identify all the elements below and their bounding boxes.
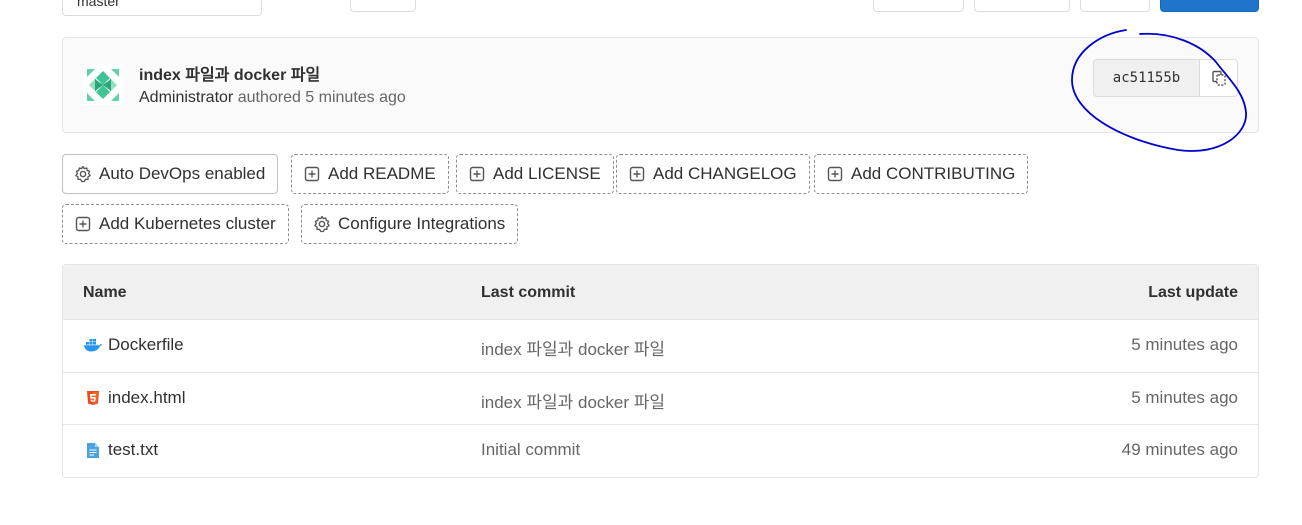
text-file-icon	[83, 441, 103, 459]
table-header: Name Last commit Last update	[63, 265, 1258, 320]
file-last-update: 49 minutes ago	[1121, 440, 1238, 459]
file-name-cell[interactable]: Dockerfile	[83, 335, 184, 355]
table-row[interactable]: test.txt Initial commit 49 minutes ago	[63, 425, 1258, 477]
plus-square-icon	[468, 165, 486, 183]
file-name-cell[interactable]: test.txt	[83, 440, 158, 460]
copy-sha-button[interactable]	[1200, 59, 1238, 97]
last-commit-panel: index 파일과 docker 파일 Administrator author…	[62, 37, 1259, 133]
html5-icon	[83, 389, 103, 407]
top-toolbar: master	[0, 0, 1302, 16]
gear-icon	[74, 165, 92, 183]
add-readme-button[interactable]: Add README	[291, 154, 449, 194]
add-changelog-button[interactable]: Add CHANGELOG	[616, 154, 810, 194]
table-row[interactable]: index.html index 파일과 docker 파일 5 minutes…	[63, 373, 1258, 425]
plus-square-icon	[303, 165, 321, 183]
column-header-name: Name	[83, 284, 127, 301]
add-contributing-button[interactable]: Add CONTRIBUTING	[814, 154, 1029, 194]
auto-devops-button[interactable]: Auto DevOps enabled	[62, 154, 279, 194]
file-name: Dockerfile	[108, 335, 184, 354]
column-header-last-update: Last update	[1148, 284, 1238, 301]
file-last-update: 5 minutes ago	[1131, 335, 1238, 354]
plus-square-icon	[74, 215, 92, 233]
file-name: test.txt	[108, 440, 159, 459]
file-tree-table: Name Last commit Last update Dockerfile …	[62, 264, 1259, 478]
file-last-commit[interactable]: Initial commit	[481, 440, 580, 460]
add-contributing-label: Add CONTRIBUTING	[851, 164, 1016, 183]
commit-author[interactable]: Administrator	[139, 89, 233, 106]
docker-icon	[83, 336, 103, 354]
branch-selector[interactable]: master	[62, 0, 262, 16]
find-file-button[interactable]	[350, 0, 416, 12]
gear-icon	[313, 215, 331, 233]
file-last-commit[interactable]: index 파일과 docker 파일	[481, 335, 665, 360]
auto-devops-label: Auto DevOps enabled	[99, 164, 266, 183]
commit-meta: Administrator authored 5 minutes ago	[139, 89, 406, 107]
add-changelog-label: Add CHANGELOG	[653, 164, 797, 183]
configure-integrations-button[interactable]: Configure Integrations	[301, 204, 519, 244]
history-button[interactable]	[873, 0, 964, 12]
column-header-last-commit: Last commit	[481, 284, 576, 301]
download-button[interactable]	[1080, 0, 1150, 12]
add-license-label: Add LICENSE	[493, 164, 601, 183]
commit-sha-group: ac51155b	[1093, 59, 1238, 97]
table-row[interactable]: Dockerfile index 파일과 docker 파일 5 minutes…	[63, 320, 1258, 373]
file-last-update: 5 minutes ago	[1131, 387, 1238, 407]
add-kubernetes-cluster-button[interactable]: Add Kubernetes cluster	[62, 204, 289, 244]
file-name-cell[interactable]: index.html	[83, 388, 185, 408]
plus-square-icon	[826, 165, 844, 183]
configure-integrations-label: Configure Integrations	[338, 214, 506, 233]
file-last-commit[interactable]: index 파일과 docker 파일	[481, 388, 665, 413]
add-kubernetes-label: Add Kubernetes cluster	[99, 214, 276, 233]
avatar[interactable]	[83, 65, 123, 105]
copy-icon	[1211, 70, 1226, 86]
commit-sha[interactable]: ac51155b	[1093, 59, 1200, 97]
add-readme-label: Add README	[328, 164, 436, 183]
commit-authored-time: authored 5 minutes ago	[233, 89, 406, 106]
plus-square-icon	[628, 165, 646, 183]
find-file-button-2[interactable]	[974, 0, 1070, 12]
clone-button[interactable]	[1160, 0, 1259, 12]
add-license-button[interactable]: Add LICENSE	[456, 154, 614, 194]
commit-title[interactable]: index 파일과 docker 파일	[139, 61, 320, 85]
file-name: index.html	[108, 387, 186, 407]
